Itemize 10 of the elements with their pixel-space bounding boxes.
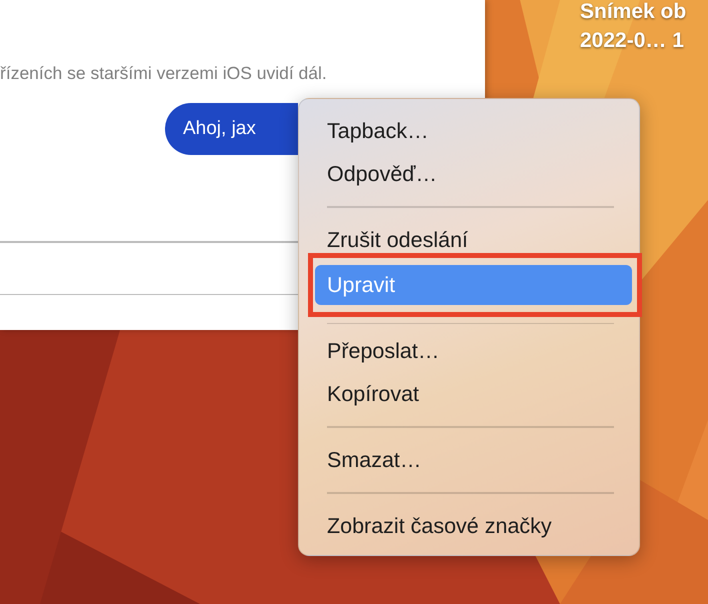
notice-text: řízeních se staršími verzemi iOS uvidí dál. (0, 62, 328, 85)
menu-item[interactable]: Zrušit odeslání (299, 227, 629, 253)
menu-item[interactable]: Kopírovat (299, 381, 629, 407)
message-bubble[interactable]: Ahoj, jax (165, 103, 298, 155)
menu-item[interactable]: Přeposlat… (299, 338, 629, 364)
menu-item[interactable]: Tapback… (299, 118, 629, 144)
menu-item[interactable]: Odpověď… (299, 161, 629, 187)
file-date: 2022-0… 1 (580, 28, 685, 54)
menu-item[interactable]: Zobrazit časové značky (299, 513, 629, 539)
menu-item[interactable]: Smazat… (299, 447, 629, 473)
